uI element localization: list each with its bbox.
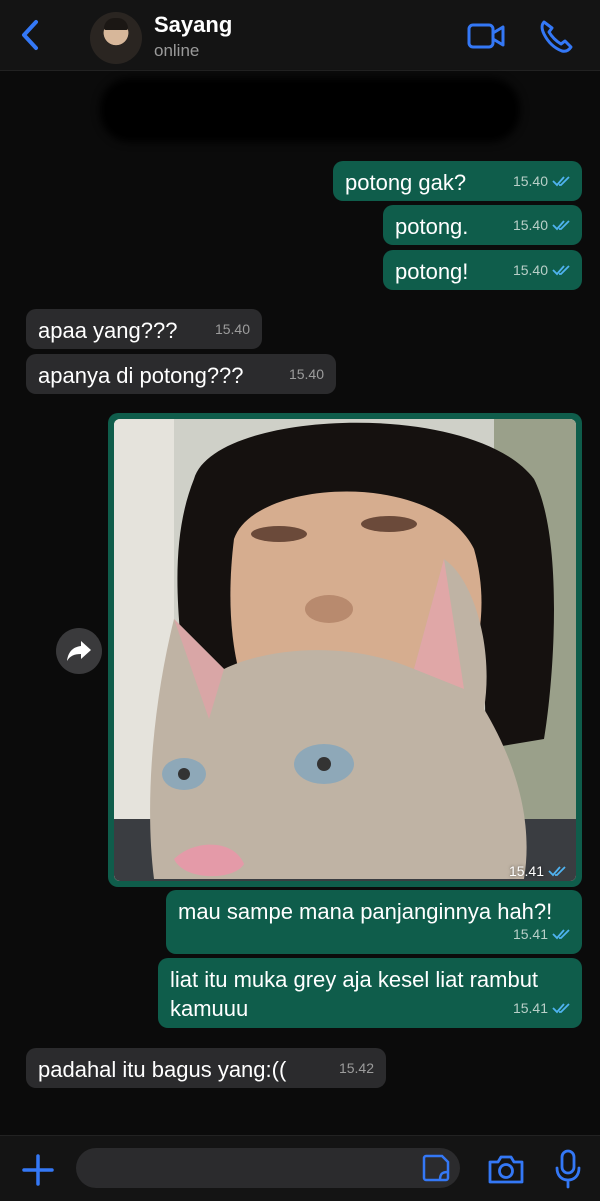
photo-content — [114, 419, 576, 881]
chat-header: Sayang online — [0, 0, 600, 71]
message-bubble[interactable]: apanya di potong??? 15.40 — [26, 354, 336, 394]
double-check-icon — [552, 220, 570, 231]
message-time: 15.41 — [512, 1000, 548, 1016]
double-check-icon — [552, 265, 570, 276]
message-time: 15.40 — [512, 262, 548, 278]
message-bubble[interactable]: potong gak? 15.40 — [333, 161, 582, 201]
message-bubble[interactable]: padahal itu bagus yang:(( 15.42 — [26, 1048, 386, 1088]
image-message[interactable]: 15.41 — [108, 413, 582, 887]
contact-name[interactable]: Sayang — [154, 12, 232, 38]
photo[interactable] — [114, 419, 576, 881]
message-time: 15.41 — [508, 863, 544, 879]
message-text-line2: kamuuu — [170, 996, 249, 1021]
camera-icon[interactable] — [486, 1152, 526, 1186]
microphone-icon[interactable] — [552, 1148, 584, 1190]
phone-icon[interactable] — [534, 16, 578, 56]
message-text: potong! — [395, 259, 469, 284]
message-text: apaa yang??? — [38, 318, 178, 343]
contact-status: online — [154, 41, 200, 60]
message-text: potong. — [395, 214, 469, 239]
input-bar — [0, 1135, 600, 1201]
forward-button[interactable] — [56, 628, 102, 674]
message-bubble[interactable]: mau sampe mana panjanginnya hah?! 15.41 — [166, 890, 582, 954]
redacted-area — [100, 78, 520, 142]
forward-arrow-icon — [67, 641, 91, 661]
message-time: 15.40 — [512, 217, 548, 233]
message-bubble[interactable]: apaa yang??? 15.40 — [26, 309, 262, 349]
double-check-icon — [548, 866, 566, 877]
double-check-icon — [552, 929, 570, 940]
message-time: 15.40 — [288, 366, 324, 382]
chevron-left-icon[interactable] — [14, 18, 48, 52]
message-text-line1: liat itu muka grey aja kesel liat rambut — [170, 967, 539, 992]
message-bubble[interactable]: liat itu muka grey aja kesel liat rambut… — [158, 958, 582, 1028]
video-camera-icon[interactable] — [464, 16, 508, 56]
double-check-icon — [552, 176, 570, 187]
double-check-icon — [552, 1003, 570, 1014]
plus-icon[interactable] — [18, 1150, 58, 1190]
message-bubble[interactable]: potong! 15.40 — [383, 250, 582, 290]
avatar[interactable] — [90, 12, 142, 64]
message-bubble[interactable]: potong. 15.40 — [383, 205, 582, 245]
message-text: apanya di potong??? — [38, 363, 244, 388]
message-text: padahal itu bagus yang:(( — [38, 1057, 287, 1082]
message-input[interactable] — [76, 1148, 460, 1188]
message-time: 15.42 — [338, 1060, 374, 1076]
sticker-icon[interactable] — [420, 1152, 452, 1184]
message-text: potong gak? — [345, 170, 467, 195]
message-text: mau sampe mana panjanginnya hah?! — [178, 899, 553, 924]
message-time: 15.41 — [512, 926, 548, 942]
message-time: 15.40 — [214, 321, 250, 337]
message-time: 15.40 — [512, 173, 548, 189]
